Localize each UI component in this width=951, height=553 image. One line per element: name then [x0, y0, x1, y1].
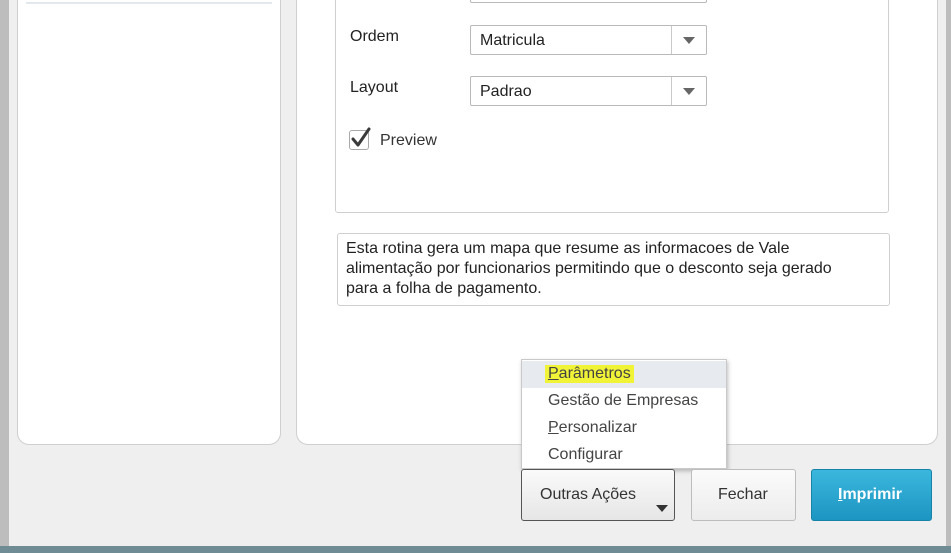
previous-field[interactable]: [470, 0, 707, 3]
layout-select[interactable]: Padrao: [470, 76, 707, 106]
description-line: alimentação por funcionarios permitindo …: [346, 260, 832, 277]
left-panel-selected-row: [26, 2, 272, 4]
menu-item-label: ersonalizar: [558, 419, 637, 436]
description-box: Esta rotina gera um mapa que resume as i…: [337, 233, 890, 306]
menu-item-personalizar[interactable]: Personalizar: [522, 415, 726, 442]
menu-item-parametros[interactable]: Parâmetros: [522, 361, 726, 388]
layout-label: Layout: [350, 79, 399, 96]
fechar-button[interactable]: Fechar: [691, 469, 796, 521]
imprimir-button[interactable]: Imprimir: [811, 469, 932, 521]
ordem-value: Matricula: [480, 32, 545, 49]
mnemonic: P: [548, 419, 559, 436]
outras-acoes-button[interactable]: Outras Ações: [521, 469, 675, 521]
outras-acoes-menu: Parâmetros Gestão de Empresas Personaliz…: [521, 359, 727, 469]
window-bottom-edge: [0, 546, 951, 553]
checkmark-icon: [351, 127, 371, 147]
menu-item-configurar[interactable]: Configurar: [522, 442, 726, 469]
left-panel: [17, 0, 281, 445]
menu-item-label: Gestão de Empresas: [548, 392, 699, 409]
preview-label: Preview: [380, 132, 437, 149]
description-line: Esta rotina gera um mapa que resume as i…: [346, 240, 790, 257]
button-label: Fechar: [718, 486, 768, 503]
ordem-label: Ordem: [350, 28, 399, 45]
caret-down-icon: [656, 505, 668, 512]
menu-item-label: arâmetros: [558, 365, 631, 382]
preview-checkbox[interactable]: [349, 127, 371, 150]
mnemonic: P: [548, 365, 559, 382]
dropdown-arrow-icon[interactable]: [671, 26, 706, 54]
menu-item-label: Configurar: [548, 446, 623, 463]
dropdown-arrow-icon[interactable]: [671, 77, 706, 105]
description-line: para a folha de pagamento.: [346, 280, 542, 297]
ordem-select[interactable]: Matricula: [470, 25, 707, 55]
menu-item-gestao-empresas[interactable]: Gestão de Empresas: [522, 388, 726, 415]
button-label: mprimir: [842, 486, 903, 503]
button-label: Outras Ações: [540, 486, 637, 503]
layout-value: Padrao: [480, 83, 532, 100]
